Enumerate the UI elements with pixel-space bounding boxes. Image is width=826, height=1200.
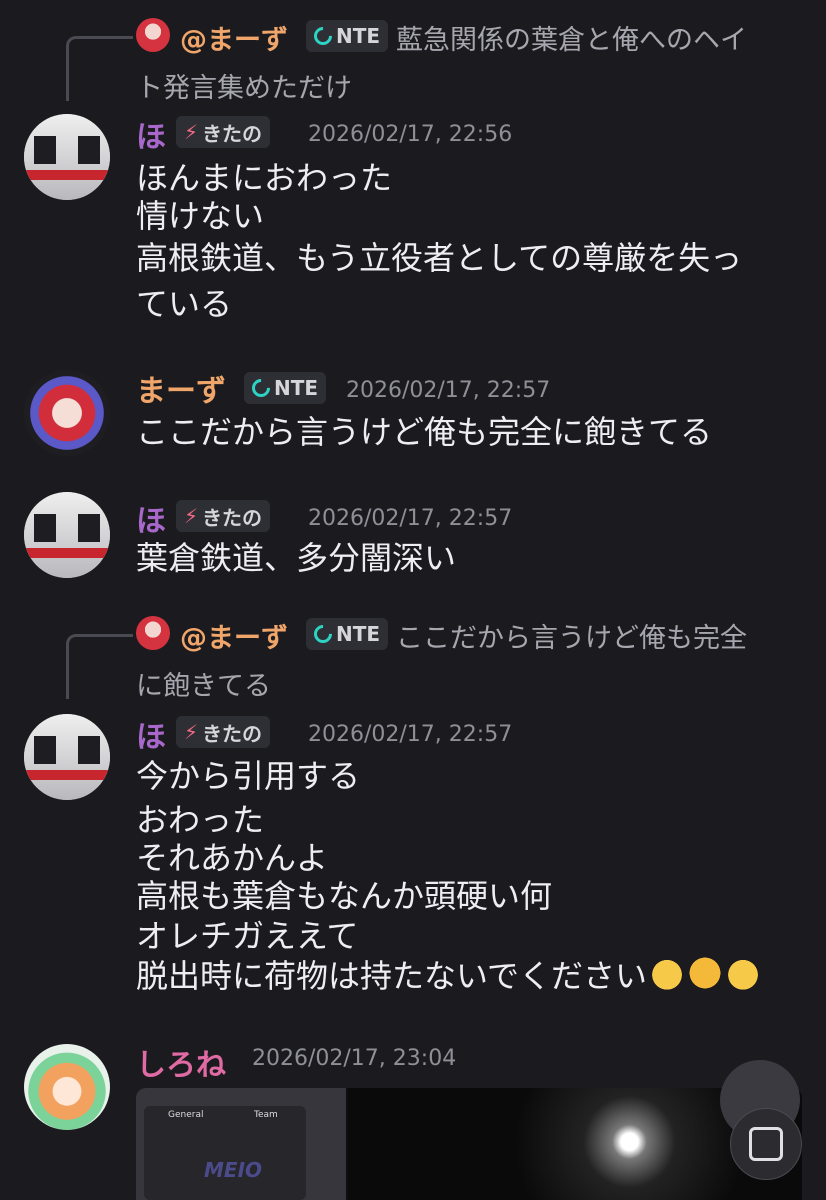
message-body[interactable]: 葉倉鉄道、多分闇深い (136, 536, 456, 580)
moon-icon (310, 23, 336, 49)
message-body[interactable]: ほんまにおわった 情けない 高根鉄道、もう立役者としての尊厳を失っ ている (136, 156, 742, 326)
reply-preview[interactable]: 藍急関係の葉倉と俺へのヘイ (396, 18, 747, 57)
avatar-ho[interactable] (24, 714, 110, 800)
role-tag[interactable]: ⚡ きたの (176, 500, 271, 532)
avatar-shirone[interactable] (24, 1044, 110, 1130)
author-name[interactable]: まーず (136, 366, 226, 410)
moon-icon (248, 375, 274, 401)
attachment-panel: General Team MEIO (144, 1106, 306, 1200)
reply-avatar[interactable] (136, 616, 170, 650)
message-body[interactable]: 今から引用する おわった それあかんよ 高根も葉倉もなんか頭硬い何 オレチガええ… (136, 754, 762, 998)
avatar-ho[interactable] (24, 492, 110, 578)
timestamp: 2026/02/17, 22:57 (308, 722, 513, 747)
timestamp: 2026/02/17, 23:04 (252, 1046, 457, 1071)
avatar-mazu[interactable] (24, 370, 110, 456)
scan-icon (749, 1127, 783, 1161)
timestamp: 2026/02/17, 22:56 (308, 122, 513, 147)
role-tag[interactable]: NTE (244, 372, 327, 404)
reply-author[interactable]: @まーず (180, 616, 288, 655)
reply-avatar[interactable] (136, 18, 170, 52)
moon-icon (310, 621, 336, 647)
role-tag[interactable]: ⚡ きたの (176, 716, 271, 748)
raised-hand-icon (649, 955, 686, 991)
reply-connector (66, 634, 133, 699)
author-name[interactable]: ほ (136, 496, 166, 540)
author-name[interactable]: ほ (136, 712, 166, 756)
bolt-icon: ⚡ (184, 120, 199, 144)
reply-author[interactable]: @まーず (180, 18, 288, 57)
reply-role-tag[interactable]: NTE (306, 20, 389, 52)
reply-preview-cont[interactable]: ト発言集めただけ (136, 66, 352, 105)
bolt-icon: ⚡ (184, 504, 199, 528)
reply-preview[interactable]: ここだから言うけど俺も完全 (396, 616, 747, 655)
bolt-icon: ⚡ (184, 720, 199, 744)
reply-connector (66, 36, 133, 101)
role-tag[interactable]: ⚡ きたの (176, 116, 271, 148)
raised-hand-icon (725, 955, 762, 991)
timestamp: 2026/02/17, 22:57 (346, 378, 551, 403)
attachment-left-pane: General Team MEIO (136, 1088, 346, 1200)
reply-preview-cont[interactable]: に飽きてる (136, 664, 271, 703)
timestamp: 2026/02/17, 22:57 (308, 506, 513, 531)
avatar-ho[interactable] (24, 114, 110, 200)
face-with-steam-icon (687, 955, 724, 991)
author-name[interactable]: ほ (136, 112, 166, 156)
message-body[interactable]: ここだから言うけど俺も完全に飽きてる (136, 410, 712, 454)
reply-role-tag[interactable]: NTE (306, 618, 389, 650)
scan-button[interactable] (730, 1108, 802, 1180)
image-attachment[interactable]: General Team MEIO (136, 1088, 802, 1200)
author-name[interactable]: しろね (136, 1040, 226, 1084)
